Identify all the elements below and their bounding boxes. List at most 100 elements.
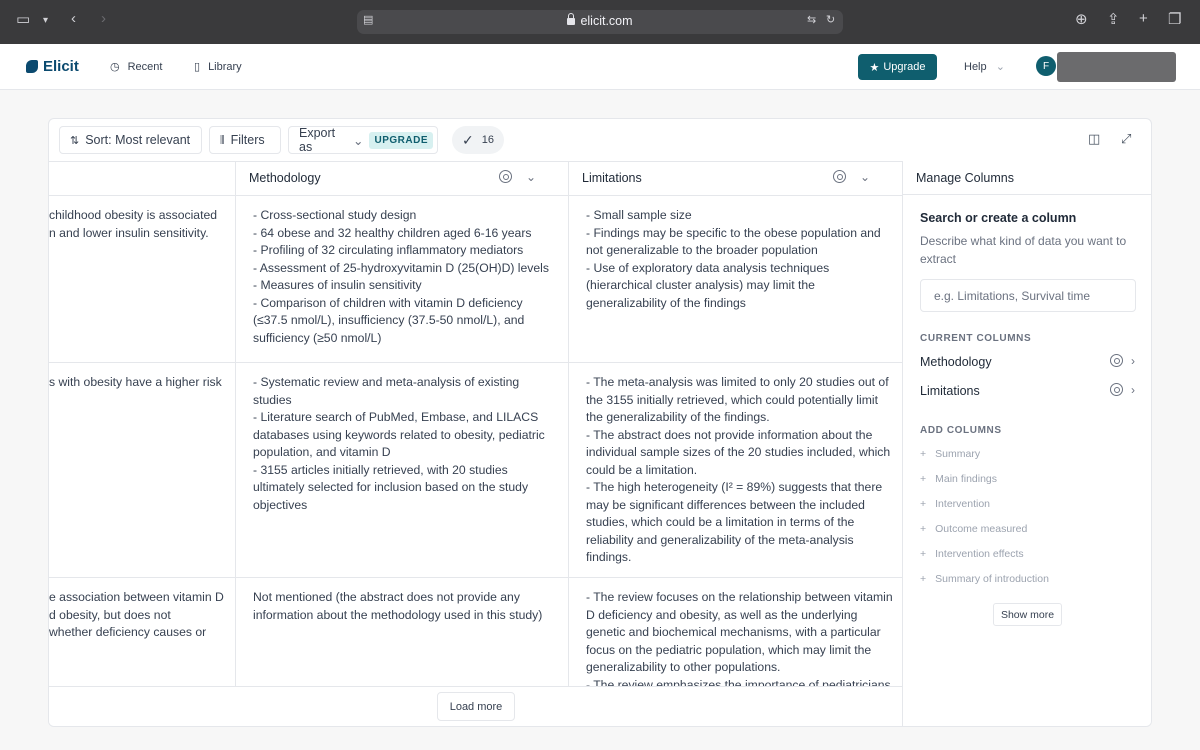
target-icon[interactable] xyxy=(1110,383,1123,396)
nav-recent[interactable]: ◷ Recent xyxy=(110,60,163,74)
sort-button[interactable]: ⇅ Sort: Most relevant xyxy=(59,126,202,154)
panel-toggle-icon[interactable]: ◫ xyxy=(1088,131,1100,147)
filters-label: Filters xyxy=(230,133,265,147)
chevron-down-icon: ⌄ xyxy=(995,61,1005,73)
plus-icon: + xyxy=(920,498,927,510)
filter-icon: ⫼ xyxy=(220,134,225,146)
results-table: Methodology ⌄ Limitations ⌄ childhood ob… xyxy=(49,161,902,726)
column-search-input[interactable]: e.g. Limitations, Survival time xyxy=(920,279,1136,312)
add-column-label: Main findings xyxy=(935,473,998,485)
add-columns-label: ADD COLUMNS xyxy=(920,425,1002,436)
nav-library[interactable]: ▯ Library xyxy=(194,60,242,74)
plus-icon: + xyxy=(920,548,927,560)
target-icon[interactable] xyxy=(833,170,846,183)
add-column-label: Outcome measured xyxy=(935,523,1028,535)
add-column-main-findings[interactable]: + Main findings xyxy=(920,473,997,485)
url-text: elicit.com xyxy=(580,14,633,28)
chevron-down-icon[interactable]: ▾ xyxy=(43,15,48,26)
column-header-methodology[interactable]: Methodology ⌄ xyxy=(249,161,568,195)
new-tab-icon[interactable]: + xyxy=(1139,10,1148,27)
current-column-methodology[interactable]: Methodology › xyxy=(920,354,1135,369)
chevron-right-icon[interactable]: › xyxy=(1131,354,1135,368)
sidebar-icon[interactable]: ▭ xyxy=(16,10,30,28)
elicit-logo-icon xyxy=(26,60,38,73)
table-cell-summary: childhood obesity is associated n and lo… xyxy=(49,208,218,240)
panel-title: Manage Columns xyxy=(903,161,1151,195)
translate-icon[interactable]: ⇆ xyxy=(807,13,816,26)
clock-icon: ◷ xyxy=(110,61,120,73)
table-cell-methodology: - Systematic review and meta-analysis of… xyxy=(253,375,545,512)
export-label: Export as xyxy=(299,126,336,154)
sort-label: Sort: Most relevant xyxy=(85,133,191,147)
selected-count-button[interactable]: ✓ 16 xyxy=(452,126,504,154)
back-icon[interactable]: ‹ xyxy=(71,10,76,27)
lock-icon xyxy=(567,13,576,25)
chevron-down-icon[interactable]: ⌄ xyxy=(526,170,536,184)
plus-icon: + xyxy=(920,573,927,585)
book-icon: ▯ xyxy=(194,61,201,73)
add-column-intervention-effects[interactable]: + Intervention effects xyxy=(920,548,1024,560)
results-toolbar: ⇅ Sort: Most relevant ⫼ Filters Export a… xyxy=(49,119,1151,161)
add-column-outcome-measured[interactable]: + Outcome measured xyxy=(920,523,1027,535)
add-column-summary-of-introduction[interactable]: + Summary of introduction xyxy=(920,573,1049,585)
reload-icon[interactable]: ↻ xyxy=(826,13,835,26)
add-column-label: Summary of introduction xyxy=(935,573,1049,585)
filters-button[interactable]: ⫼ Filters xyxy=(209,126,281,154)
expand-icon[interactable]: ⤢ xyxy=(1121,131,1131,147)
column-header-label: Methodology xyxy=(249,171,321,185)
checkmark-icon: ✓ xyxy=(462,131,474,148)
upgrade-button[interactable]: ★ Upgrade xyxy=(858,54,937,80)
add-column-label: Intervention xyxy=(935,498,991,510)
column-header-label: Limitations xyxy=(582,171,642,185)
results-card: ⇅ Sort: Most relevant ⫼ Filters Export a… xyxy=(48,118,1152,727)
add-column-summary[interactable]: + Summary xyxy=(920,448,980,460)
brand-name: Elicit xyxy=(43,58,79,75)
table-cell-limitations: - The meta-analysis was limited to only … xyxy=(586,375,891,564)
upgrade-badge: UPGRADE xyxy=(369,131,433,149)
address-bar[interactable]: ▤ elicit.com ⇆ ↻ xyxy=(357,10,843,34)
current-columns-label: CURRENT COLUMNS xyxy=(920,333,1032,344)
help-label: Help xyxy=(964,61,987,73)
help-menu[interactable]: Help ⌄ xyxy=(964,60,1005,73)
chevron-right-icon[interactable]: › xyxy=(1131,383,1135,397)
table-cell-methodology: - Cross-sectional study design - 64 obes… xyxy=(253,208,549,345)
current-column-label: Limitations xyxy=(920,384,980,398)
chevron-down-icon: ⌄ xyxy=(353,133,364,148)
selected-count: 16 xyxy=(481,134,494,146)
app-header: Elicit ◷ Recent ▯ Library ★ Upgrade Help… xyxy=(0,44,1200,90)
chevron-down-icon[interactable]: ⌄ xyxy=(860,170,870,184)
redacted-account-name xyxy=(1057,52,1176,82)
search-column-title: Search or create a column xyxy=(920,211,1077,225)
current-column-limitations[interactable]: Limitations › xyxy=(920,383,1135,398)
share-icon[interactable]: ⇪ xyxy=(1107,10,1120,28)
plus-icon: + xyxy=(920,448,927,460)
search-column-description: Describe what kind of data you want to e… xyxy=(920,234,1127,266)
add-column-intervention[interactable]: + Intervention xyxy=(920,498,990,510)
export-button[interactable]: Export as ⌄ UPGRADE xyxy=(288,126,438,154)
current-column-label: Methodology xyxy=(920,355,992,369)
table-cell-summary: e association between vitamin D d obesit… xyxy=(49,590,224,639)
column-header-limitations[interactable]: Limitations ⌄ xyxy=(582,161,902,195)
plus-icon: + xyxy=(920,523,927,535)
table-cell-summary: s with obesity have a higher risk xyxy=(49,375,222,389)
table-cell-limitations: - Small sample size - Findings may be sp… xyxy=(586,208,881,310)
tabs-icon[interactable]: ❐ xyxy=(1168,10,1181,28)
table-cell-methodology: Not mentioned (the abstract does not pro… xyxy=(253,590,543,622)
target-icon[interactable] xyxy=(1110,354,1123,367)
avatar[interactable]: F xyxy=(1036,56,1056,76)
star-icon: ★ xyxy=(869,61,880,74)
plus-icon: + xyxy=(920,473,927,485)
target-icon[interactable] xyxy=(499,170,512,183)
upgrade-label: Upgrade xyxy=(883,61,926,73)
nav-recent-label: Recent xyxy=(127,60,163,73)
show-more-button[interactable]: Show more xyxy=(993,603,1062,626)
add-column-label: Intervention effects xyxy=(935,548,1024,560)
browser-toolbar: ▭ ▾ ‹ › ▤ elicit.com ⇆ ↻ ⊕ ⇪ + ❐ xyxy=(0,0,1200,44)
forward-icon[interactable]: › xyxy=(101,10,106,27)
manage-columns-panel: Manage Columns Search or create a column… xyxy=(902,161,1151,726)
download-icon[interactable]: ⊕ xyxy=(1075,10,1088,28)
brand-logo[interactable]: Elicit xyxy=(26,58,79,75)
nav-library-label: Library xyxy=(208,60,242,73)
add-column-label: Summary xyxy=(935,448,981,460)
load-more-button[interactable]: Load more xyxy=(437,692,515,721)
